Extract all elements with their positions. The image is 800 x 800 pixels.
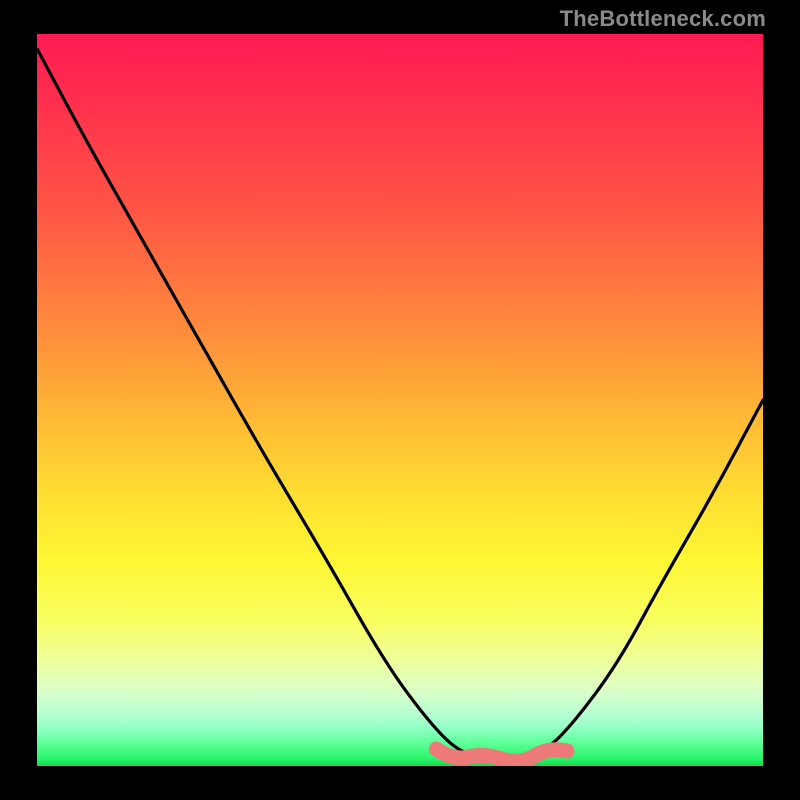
bottleneck-curve (37, 49, 763, 759)
curve-layer (37, 34, 763, 766)
watermark-text: TheBottleneck.com (560, 6, 766, 32)
chart-frame: TheBottleneck.com (0, 0, 800, 800)
gradient-plot-area (37, 34, 763, 766)
optimal-region-highlight (436, 749, 567, 761)
